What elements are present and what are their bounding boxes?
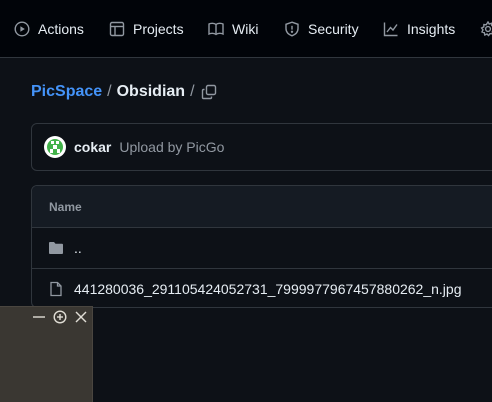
breadcrumb-repo-link[interactable]: PicSpace — [31, 83, 102, 101]
file-name[interactable]: 441280036_291105424052731_79999779674578… — [74, 281, 461, 297]
play-circle-icon — [14, 21, 30, 37]
repo-nav: Actions Projects Wiki Security Insights — [0, 0, 492, 58]
latest-commit-box: cokar Upload by PicGo — [31, 123, 492, 171]
commit-author[interactable]: cokar — [74, 139, 111, 155]
nav-tab-label: Actions — [38, 21, 84, 37]
table-icon — [109, 21, 125, 37]
nav-tab-wiki[interactable]: Wiki — [208, 0, 259, 57]
nav-tab-label: Wiki — [232, 21, 259, 37]
copy-path-button[interactable] — [197, 80, 221, 104]
parent-directory-row[interactable]: .. — [32, 228, 492, 268]
zoom-in-icon — [53, 310, 67, 324]
table-header: Name — [32, 186, 492, 228]
nav-tab-label: Insights — [407, 21, 456, 37]
close-icon — [75, 311, 87, 323]
folder-icon — [49, 242, 63, 254]
nav-tab-projects[interactable]: Projects — [109, 0, 184, 57]
file-table: Name .. 441280036_291105424052731_799997… — [31, 185, 492, 308]
shield-icon — [285, 21, 299, 37]
copy-icon — [201, 84, 217, 100]
file-row[interactable]: 441280036_291105424052731_79999779674578… — [32, 268, 492, 307]
graph-icon — [383, 22, 398, 37]
file-icon — [50, 281, 62, 296]
zoom-in-button[interactable] — [51, 309, 69, 325]
book-icon — [208, 22, 224, 36]
minimize-button[interactable] — [30, 309, 48, 325]
avatar[interactable] — [44, 136, 66, 158]
close-button[interactable] — [72, 309, 90, 325]
breadcrumb: PicSpace / Obsidian / — [31, 80, 200, 104]
breadcrumb-separator: / — [107, 83, 112, 100]
name-column-header: Name — [49, 199, 82, 214]
file-name[interactable]: .. — [74, 240, 82, 256]
minimize-icon — [33, 316, 45, 318]
nav-tab-insights[interactable]: Insights — [383, 0, 456, 57]
nav-tab-actions[interactable]: Actions — [14, 0, 84, 57]
nav-tab-security[interactable]: Security — [284, 0, 359, 57]
nav-tab-label: Security — [308, 21, 359, 37]
nav-tab-settings[interactable] — [480, 0, 492, 57]
floating-overlay-widget[interactable] — [0, 306, 93, 402]
breadcrumb-current-folder: Obsidian — [116, 83, 186, 100]
gear-icon — [480, 21, 492, 37]
commit-message[interactable]: Upload by PicGo — [119, 139, 224, 155]
nav-tab-label: Projects — [133, 21, 184, 37]
